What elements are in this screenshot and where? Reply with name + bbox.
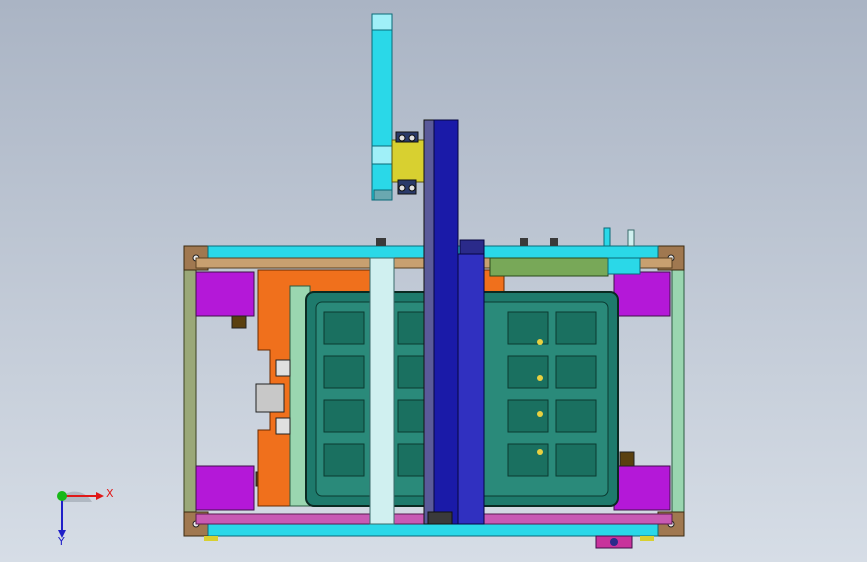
x-axis-label: X (106, 487, 114, 500)
top-right-cap[interactable] (607, 257, 641, 275)
lift-column[interactable] (423, 119, 485, 525)
vertical-arm[interactable] (371, 13, 393, 201)
top-right-bar[interactable] (489, 257, 609, 277)
orientation-triad: X Y (40, 478, 120, 548)
y-axis-label: Y (58, 535, 65, 548)
cad-viewport[interactable]: X Y (0, 0, 867, 562)
assembly-model[interactable] (0, 0, 867, 562)
vertical-slide[interactable] (369, 257, 395, 525)
